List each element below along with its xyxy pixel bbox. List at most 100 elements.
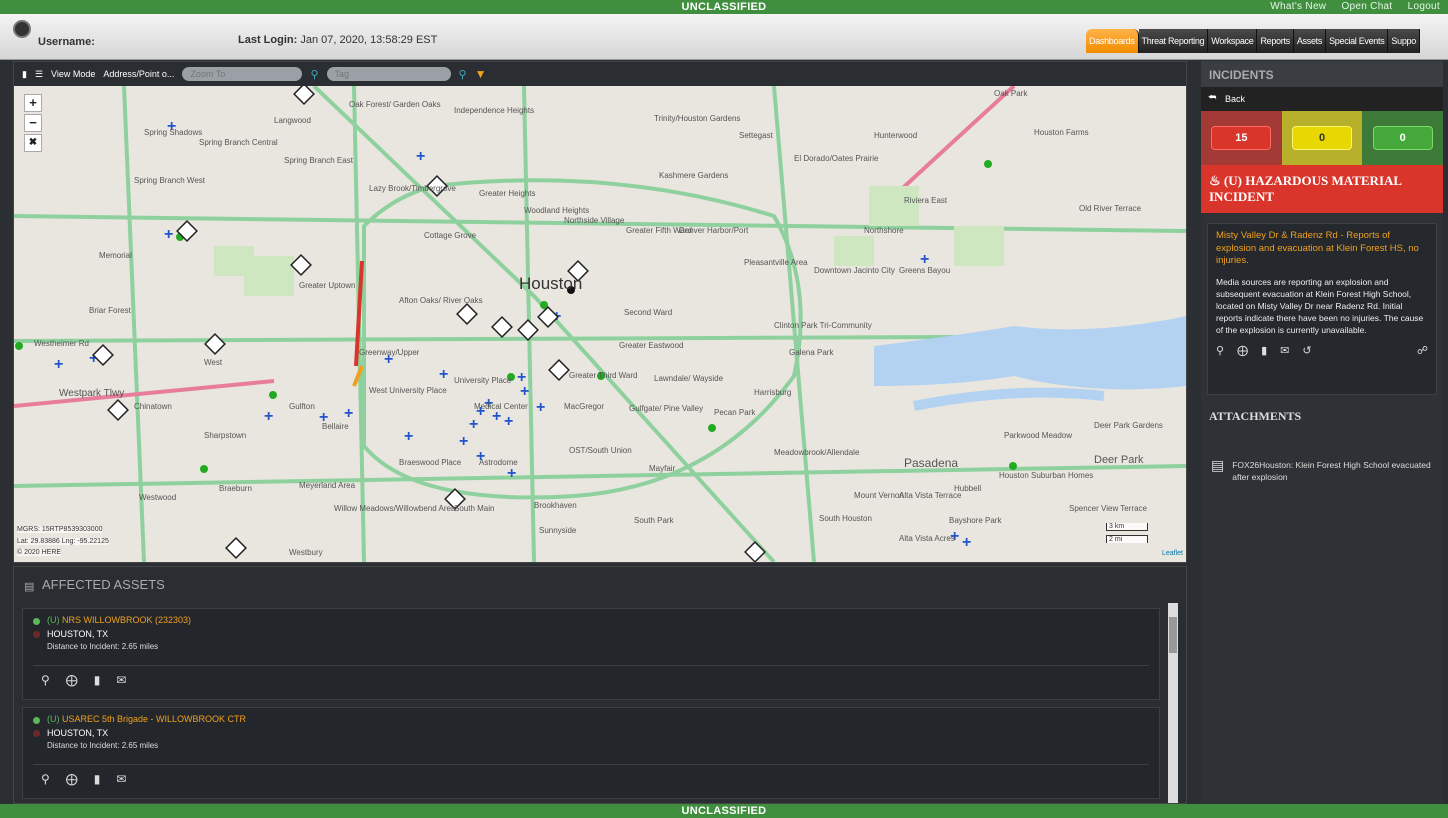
tag-input[interactable] — [326, 67, 451, 81]
count-green-button[interactable]: 0 — [1372, 126, 1433, 150]
tab-reports[interactable]: Reports — [1257, 29, 1294, 53]
asset-classification: (U) — [47, 615, 60, 625]
map-label: Westbury — [289, 548, 323, 557]
asset-name[interactable]: (U) NRS WILLOWBROOK (232303) — [47, 615, 191, 625]
zoom-out-button[interactable]: − — [24, 114, 42, 132]
scroll-thumb[interactable] — [1169, 617, 1177, 653]
crosshair-icon[interactable]: ⨁ — [1237, 344, 1248, 357]
incidents-panel: INCIDENTS ⮪ Back 15 0 0 ♨ (U) HAZARDOUS … — [1201, 61, 1444, 804]
map-label: Greater Heights — [479, 189, 536, 198]
location-pin-icon[interactable]: ⚲ — [41, 772, 50, 786]
attachment-item[interactable]: ▤ FOX26Houston: Klein Forest High School… — [1211, 458, 1437, 483]
divider — [33, 764, 1149, 765]
tab-special-events[interactable]: Special Events — [1326, 29, 1389, 53]
affected-assets-title: AFFECTED ASSETS — [42, 577, 165, 592]
svg-text:+: + — [520, 383, 529, 400]
tab-support[interactable]: Suppo — [1388, 29, 1420, 53]
map-label: Deer Park Gardens — [1094, 421, 1163, 430]
history-icon[interactable]: ↺ — [1302, 344, 1311, 357]
zoom-in-button[interactable]: + — [24, 94, 42, 112]
leaflet-attribution[interactable]: Leaflet — [1162, 550, 1183, 557]
map-label: Houston Farms — [1034, 128, 1089, 137]
asset-classification: (U) — [47, 714, 60, 724]
address-dropdown[interactable]: Address/Point o... — [103, 69, 174, 79]
map-label: Deer Park — [1094, 454, 1144, 466]
whats-new-link[interactable]: What's New — [1270, 1, 1326, 12]
map-label: Greens Bayou — [899, 266, 951, 275]
count-box-yellow: 0 — [1281, 111, 1363, 165]
email-icon[interactable]: ✉ — [116, 673, 126, 687]
zoom-to-input[interactable] — [182, 67, 303, 81]
filter-icon[interactable]: ▼ — [475, 67, 487, 81]
back-button[interactable]: ⮪ Back — [1201, 87, 1443, 111]
incident-summary[interactable]: Misty Valley Dr & Radenz Rd - Reports of… — [1216, 230, 1428, 268]
status-dot-red — [33, 631, 40, 638]
map-label: Oak Forest/ Garden Oaks — [349, 100, 441, 109]
map-label: Braeswood Place — [399, 458, 462, 467]
map-label: Gulfgate/ Pine Valley — [629, 404, 704, 413]
latlng-readout: Lat: 29.83886 Lng: -95.22125 — [17, 538, 109, 545]
map-label: Northside Village — [564, 216, 625, 225]
back-label: Back — [1225, 94, 1246, 104]
app-header: Username: Last Login: Jan 07, 2020, 13:5… — [0, 14, 1448, 60]
map-label: Old River Terrace — [1079, 204, 1142, 213]
incident-details: Misty Valley Dr & Radenz Rd - Reports of… — [1207, 223, 1437, 395]
tab-assets[interactable]: Assets — [1293, 29, 1327, 53]
map-label: Pleasantville Area — [744, 258, 808, 267]
tab-dashboards[interactable]: Dashboards — [1086, 29, 1139, 53]
tab-threat-reporting[interactable]: Threat Reporting — [1138, 29, 1209, 53]
building-icon[interactable]: ▮ — [1261, 344, 1267, 357]
count-yellow-button[interactable]: 0 — [1292, 126, 1352, 150]
assets-scrollbar[interactable] — [1168, 603, 1178, 803]
tab-workspace[interactable]: Workspace — [1208, 29, 1258, 53]
map-label: Pecan Park — [714, 408, 756, 417]
map-label: Hubbell — [954, 484, 982, 493]
map-label: West University Place — [369, 386, 447, 395]
map-canvas[interactable]: + + + + + + + + + + + + + + + + + + + + — [14, 86, 1186, 562]
email-icon[interactable]: ✉ — [116, 772, 126, 786]
building-icon[interactable]: ▮ — [94, 673, 101, 687]
last-login-value: Jan 07, 2020, 13:58:29 EST — [300, 34, 438, 46]
map-label: Gulfton — [289, 402, 315, 411]
count-red-button[interactable]: 15 — [1211, 126, 1272, 150]
building-icon[interactable]: ▮ — [94, 772, 101, 786]
asset-card[interactable]: (U) USAREC 5th Brigade - WILLOWBROOK CTR… — [22, 707, 1160, 799]
map-label: Spencer View Terrace — [1069, 504, 1147, 513]
map-label: Hunterwood — [874, 131, 918, 140]
fullscreen-icon[interactable]: ✖ — [24, 134, 42, 152]
asset-location: HOUSTON, TX — [47, 728, 109, 738]
map-label: Bellaire — [322, 422, 349, 431]
layers-icon[interactable]: ☰ — [35, 69, 43, 80]
map-label: Alta Vista Acres — [899, 534, 955, 543]
map-label: Lazy Brook/Timbergrove — [369, 184, 456, 193]
map-label: Meadowbrook/Allendale — [774, 448, 860, 457]
svg-text:+: + — [344, 405, 353, 422]
crosshair-icon[interactable]: ⨁ — [66, 673, 78, 687]
location-pin-icon[interactable]: ⚲ — [41, 673, 50, 687]
asset-actions: ⚲ ⨁ ▮ ✉ — [41, 772, 126, 786]
location-pin-icon[interactable]: ⚲ — [1216, 344, 1224, 357]
svg-text:+: + — [264, 408, 273, 425]
divider — [33, 665, 1149, 666]
crosshair-icon[interactable]: ⨁ — [66, 772, 78, 786]
open-chat-link[interactable]: Open Chat — [1341, 1, 1392, 12]
view-mode-button[interactable]: View Mode — [51, 69, 95, 79]
map-label: Chinatown — [134, 402, 172, 411]
asset-name[interactable]: (U) USAREC 5th Brigade - WILLOWBROOK CTR — [47, 714, 246, 724]
asset-actions: ⚲ ⨁ ▮ ✉ — [41, 673, 126, 687]
bookmark-icon[interactable]: ▮ — [22, 69, 27, 80]
map-label: Bayshore Park — [949, 516, 1002, 525]
tag-search-icon[interactable]: ⚲ — [459, 68, 467, 81]
map-label: Sunnyside — [539, 526, 577, 535]
link-icon[interactable]: ☍ — [1417, 344, 1428, 357]
search-icon[interactable]: ⚲ — [310, 68, 318, 81]
map-label: Spring Branch Central — [199, 138, 278, 147]
map-label: Northshore — [864, 226, 904, 235]
logout-link[interactable]: Logout — [1408, 1, 1440, 12]
map-label: Westwood — [139, 493, 177, 502]
map-label: Astrodome — [479, 458, 518, 467]
asset-card[interactable]: (U) NRS WILLOWBROOK (232303) HOUSTON, TX… — [22, 608, 1160, 700]
email-icon[interactable]: ✉ — [1280, 344, 1289, 357]
map-label: Afton Oaks/ River Oaks — [399, 296, 483, 305]
map-label: Independence Heights — [454, 106, 535, 115]
